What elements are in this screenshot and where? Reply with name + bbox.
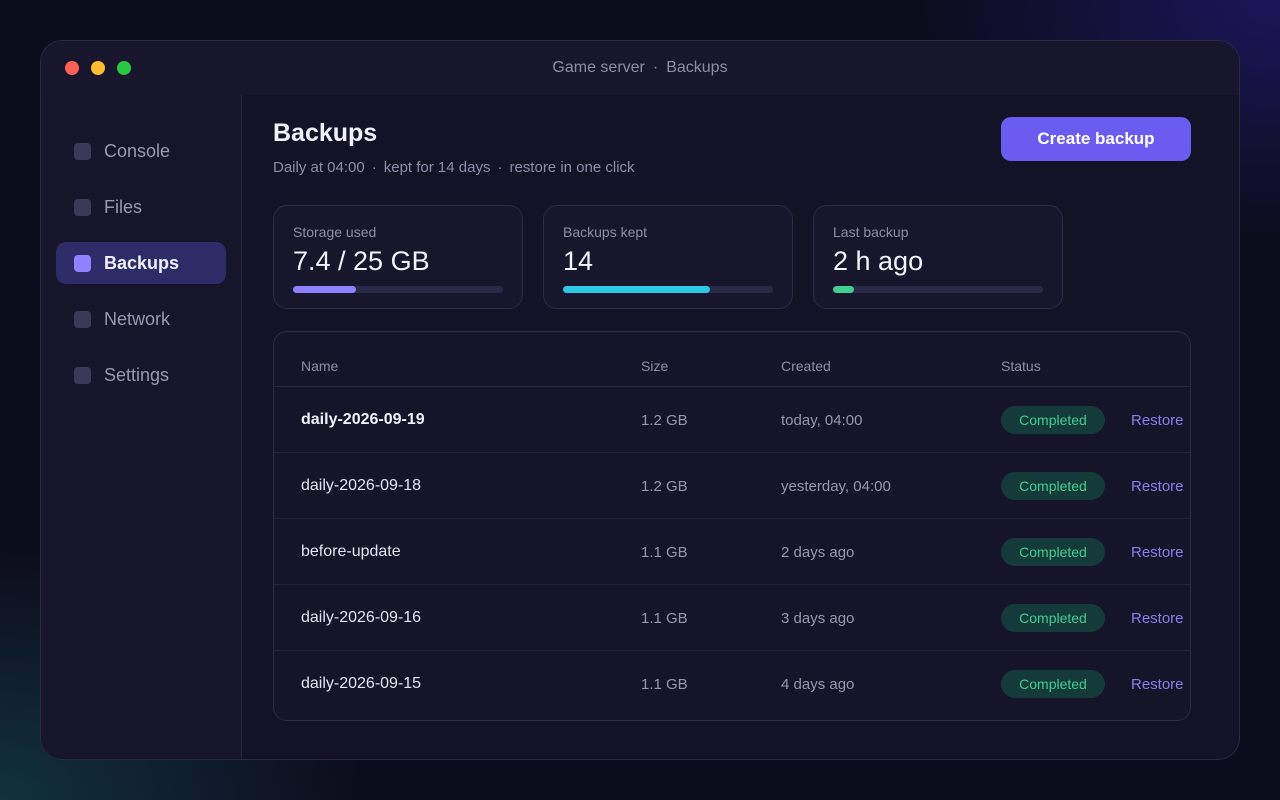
sidebar-item-files[interactable]: Files bbox=[56, 186, 226, 228]
backup-created: 3 days ago bbox=[781, 610, 855, 627]
backup-name: daily-2026-09-18 bbox=[301, 477, 422, 494]
main-content: Backups Daily at 04:00 · kept for 14 days ·… bbox=[243, 95, 1239, 759]
window-title: Game server · Backups bbox=[41, 59, 1239, 77]
restore-link[interactable]: Restore bbox=[1131, 544, 1184, 561]
backups-icon bbox=[74, 255, 91, 272]
window-title-section: Backups bbox=[666, 59, 728, 76]
last-backup-progress-track bbox=[833, 286, 1043, 293]
summary-separator: · bbox=[497, 159, 503, 176]
storage-progress-track bbox=[293, 286, 503, 293]
table-header: Name Size Created Status bbox=[274, 332, 1190, 387]
backup-created: yesterday, 04:00 bbox=[781, 478, 891, 495]
sidebar-item-label: Files bbox=[104, 197, 143, 217]
sidebar-item-settings[interactable]: Settings bbox=[56, 354, 226, 396]
backups-table: Name Size Created Status daily-2026-09-1… bbox=[273, 331, 1191, 721]
sidebar-item-label: Network bbox=[104, 309, 171, 329]
backup-policy-summary: Daily at 04:00 · kept for 14 days · restore … bbox=[273, 159, 635, 176]
column-header-size[interactable]: Size bbox=[641, 358, 668, 374]
column-header-status[interactable]: Status bbox=[1001, 358, 1041, 374]
stat-label: Last backup bbox=[833, 224, 909, 240]
backup-size: 1.1 GB bbox=[641, 544, 688, 561]
restore-link[interactable]: Restore bbox=[1131, 676, 1184, 693]
status-badge: Completed bbox=[1001, 406, 1105, 434]
create-backup-button[interactable]: Create backup bbox=[1001, 117, 1191, 161]
sidebar-item-backups[interactable]: Backups bbox=[56, 242, 226, 284]
console-icon bbox=[74, 143, 91, 160]
stat-label: Storage used bbox=[293, 224, 377, 240]
settings-icon bbox=[74, 367, 91, 384]
stat-value: 14 bbox=[563, 246, 594, 276]
stat-card-last-backup: Last backup 2 h ago bbox=[813, 205, 1063, 309]
window-title-separator: · bbox=[652, 59, 659, 76]
table-row[interactable]: before-update 1.1 GB 2 days ago Complete… bbox=[274, 519, 1190, 585]
stat-value: 7.4 / 25 GB bbox=[293, 246, 430, 276]
column-header-created[interactable]: Created bbox=[781, 358, 831, 374]
network-icon bbox=[74, 311, 91, 328]
backup-name: daily-2026-09-15 bbox=[301, 675, 422, 692]
restore-link[interactable]: Restore bbox=[1131, 412, 1184, 429]
stat-card-backups-kept: Backups kept 14 bbox=[543, 205, 793, 309]
table-row[interactable]: daily-2026-09-19 1.2 GB today, 04:00 Com… bbox=[274, 387, 1190, 453]
backup-size: 1.2 GB bbox=[641, 478, 688, 495]
title-bar: Game server · Backups bbox=[41, 41, 1239, 95]
backup-created: 4 days ago bbox=[781, 676, 855, 693]
status-badge: Completed bbox=[1001, 472, 1105, 500]
backups-kept-progress-track bbox=[563, 286, 773, 293]
sidebar: Console Files Backups Network Settings bbox=[41, 95, 242, 759]
backup-created: 2 days ago bbox=[781, 544, 855, 561]
column-header-name[interactable]: Name bbox=[301, 358, 338, 374]
stat-label: Backups kept bbox=[563, 224, 648, 240]
window-title-app: Game server bbox=[552, 59, 645, 76]
files-icon bbox=[74, 199, 91, 216]
backup-size: 1.1 GB bbox=[641, 676, 688, 693]
schedule-text: Daily at 04:00 bbox=[273, 159, 365, 176]
restore-link[interactable]: Restore bbox=[1131, 610, 1184, 627]
backup-name: daily-2026-09-19 bbox=[301, 411, 425, 428]
status-badge: Completed bbox=[1001, 538, 1105, 566]
backup-created: today, 04:00 bbox=[781, 412, 863, 429]
status-badge: Completed bbox=[1001, 604, 1105, 632]
backup-size: 1.1 GB bbox=[641, 610, 688, 627]
storage-progress-fill bbox=[293, 286, 356, 293]
table-row[interactable]: daily-2026-09-15 1.1 GB 4 days ago Compl… bbox=[274, 651, 1190, 717]
restore-link[interactable]: Restore bbox=[1131, 478, 1184, 495]
sidebar-item-network[interactable]: Network bbox=[56, 298, 226, 340]
status-badge: Completed bbox=[1001, 670, 1105, 698]
retention-text: kept for 14 days bbox=[383, 159, 491, 176]
summary-separator: · bbox=[371, 159, 377, 176]
app-window: Game server · Backups Console Files Backup… bbox=[40, 40, 1240, 760]
table-row[interactable]: daily-2026-09-18 1.2 GB yesterday, 04:00… bbox=[274, 453, 1190, 519]
last-backup-progress-fill bbox=[833, 286, 854, 293]
sidebar-item-console[interactable]: Console bbox=[56, 130, 226, 172]
stat-value: 2 h ago bbox=[833, 246, 924, 276]
table-row[interactable]: daily-2026-09-16 1.1 GB 3 days ago Compl… bbox=[274, 585, 1190, 651]
page-title: Backups bbox=[273, 119, 378, 147]
restore-note-text: restore in one click bbox=[509, 159, 635, 176]
sidebar-item-label: Console bbox=[104, 141, 171, 161]
backups-kept-progress-fill bbox=[563, 286, 710, 293]
sidebar-item-label: Backups bbox=[104, 253, 180, 273]
backup-name: before-update bbox=[301, 543, 401, 560]
backup-size: 1.2 GB bbox=[641, 412, 688, 429]
sidebar-item-label: Settings bbox=[104, 365, 170, 385]
stat-card-storage: Storage used 7.4 / 25 GB bbox=[273, 205, 523, 309]
backup-name: daily-2026-09-16 bbox=[301, 609, 422, 626]
